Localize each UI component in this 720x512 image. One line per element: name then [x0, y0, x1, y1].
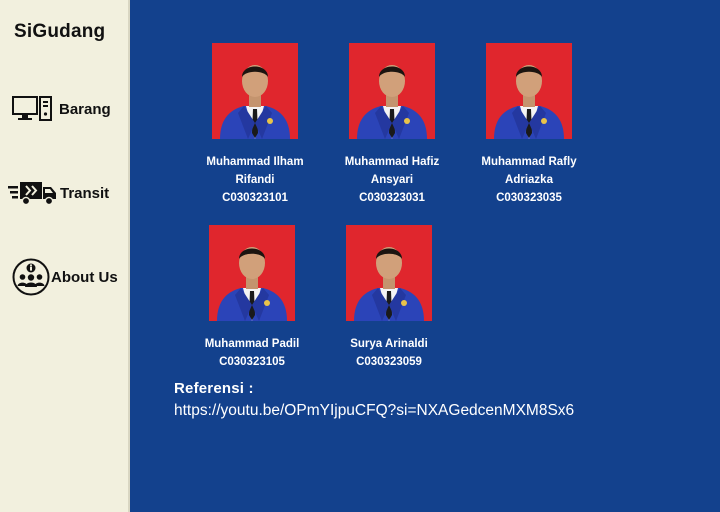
member-name: Muhammad Hafiz Ansyari [344, 156, 440, 186]
sidebar-item-label: Barang [59, 100, 111, 118]
team-member-card: Muhammad Ilham Rifandi C030323101 [190, 43, 320, 207]
member-nim: C030323031 [359, 192, 425, 204]
team-member-card: Muhammad Rafly Adriazka C030323035 [464, 43, 594, 207]
truck-icon [8, 182, 56, 206]
team-member-card: Muhammad Hafiz Ansyari C030323031 [327, 43, 457, 207]
reference-title: Referensi : [174, 380, 254, 397]
reference-link[interactable]: https://youtu.be/OPmYIjpuCFQ?si=NXAGedce… [174, 402, 574, 420]
member-nim: C030323101 [222, 192, 288, 204]
reference-section: Referensi : https://youtu.be/OPmYIjpuCFQ… [174, 380, 574, 420]
member-nim: C030323105 [219, 356, 285, 368]
sidebar-item-label: About Us [51, 268, 118, 286]
team-member-card: Muhammad Padil C030323105 [187, 225, 317, 371]
member-photo [349, 43, 435, 139]
member-name: Muhammad Rafly Adriazka [481, 156, 577, 186]
member-photo [209, 225, 295, 321]
team-member-card: Surya Arinaldi C030323059 [324, 225, 454, 371]
sidebar-item-about-us[interactable]: About Us [12, 258, 118, 296]
member-name: Muhammad Padil [204, 338, 300, 350]
sidebar-item-barang[interactable]: Barang [12, 96, 111, 122]
app-brand: SiGudang [14, 21, 106, 42]
member-nim: C030323059 [356, 356, 422, 368]
member-photo [212, 43, 298, 139]
member-name: Muhammad Ilham Rifandi [206, 156, 304, 186]
sidebar: SiGudang Barang Transit About Us [0, 0, 130, 512]
team-info-icon [12, 258, 50, 296]
member-photo [346, 225, 432, 321]
member-photo [486, 43, 572, 139]
member-nim: C030323035 [496, 192, 562, 204]
about-us-content: Muhammad Ilham Rifandi C030323101 Muhamm… [132, 0, 720, 512]
app-window: SiGudang Barang Transit About Us Muhamma… [0, 0, 720, 512]
member-name: Surya Arinaldi [350, 338, 428, 350]
sidebar-item-transit[interactable]: Transit [8, 180, 109, 206]
computer-icon [12, 96, 52, 121]
sidebar-item-label: Transit [60, 184, 110, 202]
